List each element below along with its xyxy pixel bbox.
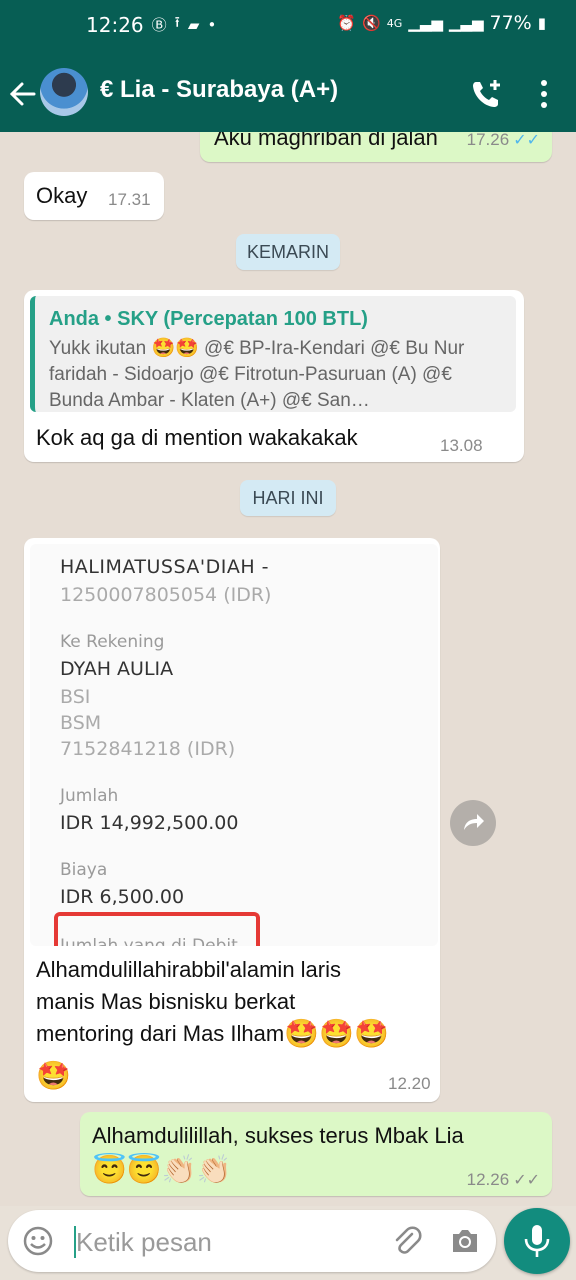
message-incoming-image[interactable]: HALIMATUSSA'DIAH - 1250007805054 (IDR) K… <box>24 538 440 1102</box>
add-call-icon[interactable] <box>468 76 504 112</box>
message-text: Kok aq ga di mention wakakakak <box>36 425 358 450</box>
message-time: 12.26 ✓✓ <box>467 1170 540 1190</box>
message-input-bar <box>8 1210 496 1272</box>
message-caption-line: Alhamdulillahirabbil'alamin laris <box>36 957 342 982</box>
message-incoming-reply[interactable]: Anda • SKY (Percepatan 100 BTL) Yukk iku… <box>24 290 524 462</box>
battery-icon: ▮ <box>537 14 546 32</box>
signal-icon: ▁▃▅ <box>408 14 443 32</box>
dot-icon: • <box>207 15 217 34</box>
quote-text: Yukk ikutan 🤩🤩 @€ BP-Ira-Kendari @€ Bu N… <box>49 338 465 411</box>
date-separator: HARI INI <box>240 480 336 516</box>
amount-label: Jumlah <box>60 786 119 806</box>
signal-icon: ▁▃▅ <box>448 14 484 32</box>
status-bar: 12:26 Ⓑ ⭱ ▰ • ⏰ 🔇 4G ▁▃▅ ▁▃▅ 77% ▮ <box>0 0 576 56</box>
fee-value: IDR 6,500.00 <box>60 886 185 908</box>
to-account-number: 7152841218 (IDR) <box>60 738 236 760</box>
quote-author: Anda • SKY (Percepatan 100 BTL) <box>49 308 368 330</box>
message-text: Alhamdulilillah, sukses terus Mbak Lia <box>92 1123 464 1148</box>
amount-value: IDR 14,992,500.00 <box>60 812 239 834</box>
message-time: 13.08 <box>440 436 483 455</box>
emoji-icon[interactable] <box>22 1225 54 1257</box>
chat-title[interactable]: € Lia - Surabaya (A+) <box>100 76 338 104</box>
b-circle-icon: Ⓑ <box>151 16 167 34</box>
message-time: 12.20 <box>388 1074 431 1093</box>
message-text: Okay <box>36 183 88 208</box>
chat-area[interactable]: Aku maghriban di jalan 17.26 ✓✓ Okay 17.3… <box>0 132 576 1206</box>
avatar[interactable] <box>40 68 88 116</box>
sender-name: HALIMATUSSA'DIAH - <box>60 556 270 578</box>
message-caption-line: manis Mas bisnisku berkat <box>36 989 296 1014</box>
star-struck-emoji-icon: 🤩🤩🤩 <box>284 1018 389 1049</box>
message-outgoing[interactable]: Aku maghriban di jalan 17.26 ✓✓ <box>200 132 552 162</box>
star-struck-emoji-icon: 🤩 <box>36 1060 71 1091</box>
battery-level: 77% <box>489 12 532 34</box>
upload-icon: ⭱ <box>174 13 180 31</box>
message-input[interactable] <box>76 1222 376 1262</box>
status-bar-right: ⏰ 🔇 4G ▁▃▅ ▁▃▅ 77% ▮ <box>337 12 546 34</box>
bank-name: BSI <box>60 686 91 708</box>
status-bar-left: 12:26 Ⓑ ⭱ ▰ • <box>86 12 216 37</box>
quoted-message[interactable]: Anda • SKY (Percepatan 100 BTL) Yukk iku… <box>30 296 516 412</box>
back-arrow-icon[interactable] <box>8 74 40 114</box>
to-account-label: Ke Rekening <box>60 632 165 652</box>
message-time: 17.31 <box>108 190 151 209</box>
fee-label: Biaya <box>60 860 108 880</box>
more-vert-icon[interactable] <box>530 76 558 112</box>
status-time: 12:26 <box>86 12 144 37</box>
mic-button[interactable] <box>504 1208 570 1274</box>
time-text: 17.26 <box>466 132 510 149</box>
alarm-icon: ⏰ <box>337 14 357 32</box>
attach-icon[interactable] <box>390 1224 424 1258</box>
bank-name: BSM <box>60 712 102 734</box>
debit-label: Jumlah yang di Debit <box>60 936 238 946</box>
4g-icon: 4G <box>386 16 403 30</box>
forward-icon <box>464 814 484 830</box>
message-time: 17.26 ✓✓ <box>467 132 540 150</box>
time-text: 12.26 <box>466 1170 510 1189</box>
to-name: DYAH AULIA <box>60 658 174 680</box>
delivered-ticks-icon: ✓✓ <box>513 1172 540 1189</box>
message-outgoing[interactable]: Alhamdulilillah, sukses terus Mbak Lia 😇… <box>80 1112 552 1196</box>
forward-button[interactable] <box>450 800 496 846</box>
camera-icon[interactable] <box>448 1224 482 1258</box>
date-separator: KEMARIN <box>236 234 340 270</box>
receipt-image[interactable]: HALIMATUSSA'DIAH - 1250007805054 (IDR) K… <box>30 544 438 946</box>
chat-icon: ▰ <box>187 15 200 34</box>
mic-icon <box>524 1225 550 1257</box>
message-text: Aku maghriban di jalan <box>214 132 438 150</box>
message-incoming[interactable]: Okay 17.31 <box>24 172 164 220</box>
emoji-sequence: 😇😇👏🏻👏🏻 <box>92 1154 232 1185</box>
message-caption-line: mentoring dari Mas Ilham <box>36 1021 285 1046</box>
read-ticks-icon: ✓✓ <box>513 132 540 149</box>
chat-header: € Lia - Surabaya (A+) <box>0 56 576 132</box>
message-caption-line-row: mentoring dari Mas Ilham 🤩🤩🤩 <box>36 1018 389 1050</box>
sender-account: 1250007805054 (IDR) <box>60 584 272 606</box>
mute-icon: 🔇 <box>362 14 381 32</box>
